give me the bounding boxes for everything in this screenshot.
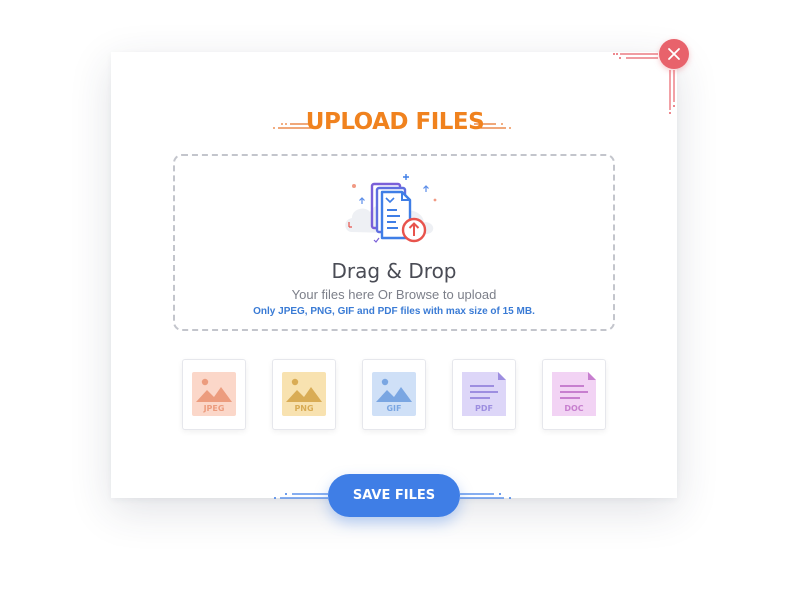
drag-drop-subtitle: Your files here Or Browse to upload bbox=[291, 287, 497, 302]
file-type-label: DOC bbox=[564, 404, 584, 413]
dialog-title: UPLOAD FILES bbox=[305, 109, 485, 135]
file-type-pdf[interactable]: PDF bbox=[452, 359, 516, 430]
file-type-label: GIF bbox=[386, 404, 402, 413]
file-type-label: JPEG bbox=[203, 404, 225, 413]
document-upload-icon bbox=[345, 174, 437, 243]
drop-zone[interactable]: Drag & Drop Your files here Or Browse to… bbox=[173, 154, 615, 331]
file-type-doc[interactable]: DOC bbox=[542, 359, 606, 430]
file-type-label: PDF bbox=[475, 404, 493, 413]
file-requirements-note: Only JPEG, PNG, GIF and PDF files with m… bbox=[253, 306, 535, 317]
file-type-jpeg[interactable]: JPEG bbox=[182, 359, 246, 430]
file-type-label: PNG bbox=[294, 404, 314, 413]
file-type-gif[interactable]: GIF bbox=[362, 359, 426, 430]
file-type-list: JPEG PNG GIF PDF DOC bbox=[182, 359, 612, 431]
save-files-button[interactable]: SAVE FILES bbox=[328, 474, 460, 517]
drag-drop-title: Drag & Drop bbox=[331, 259, 457, 283]
stage: UPLOAD FILES Drag & Drop Your files here… bbox=[0, 0, 800, 600]
file-type-png[interactable]: PNG bbox=[272, 359, 336, 430]
close-icon bbox=[668, 48, 680, 60]
close-button[interactable] bbox=[659, 39, 689, 69]
title-group: UPLOAD FILES bbox=[260, 104, 530, 140]
